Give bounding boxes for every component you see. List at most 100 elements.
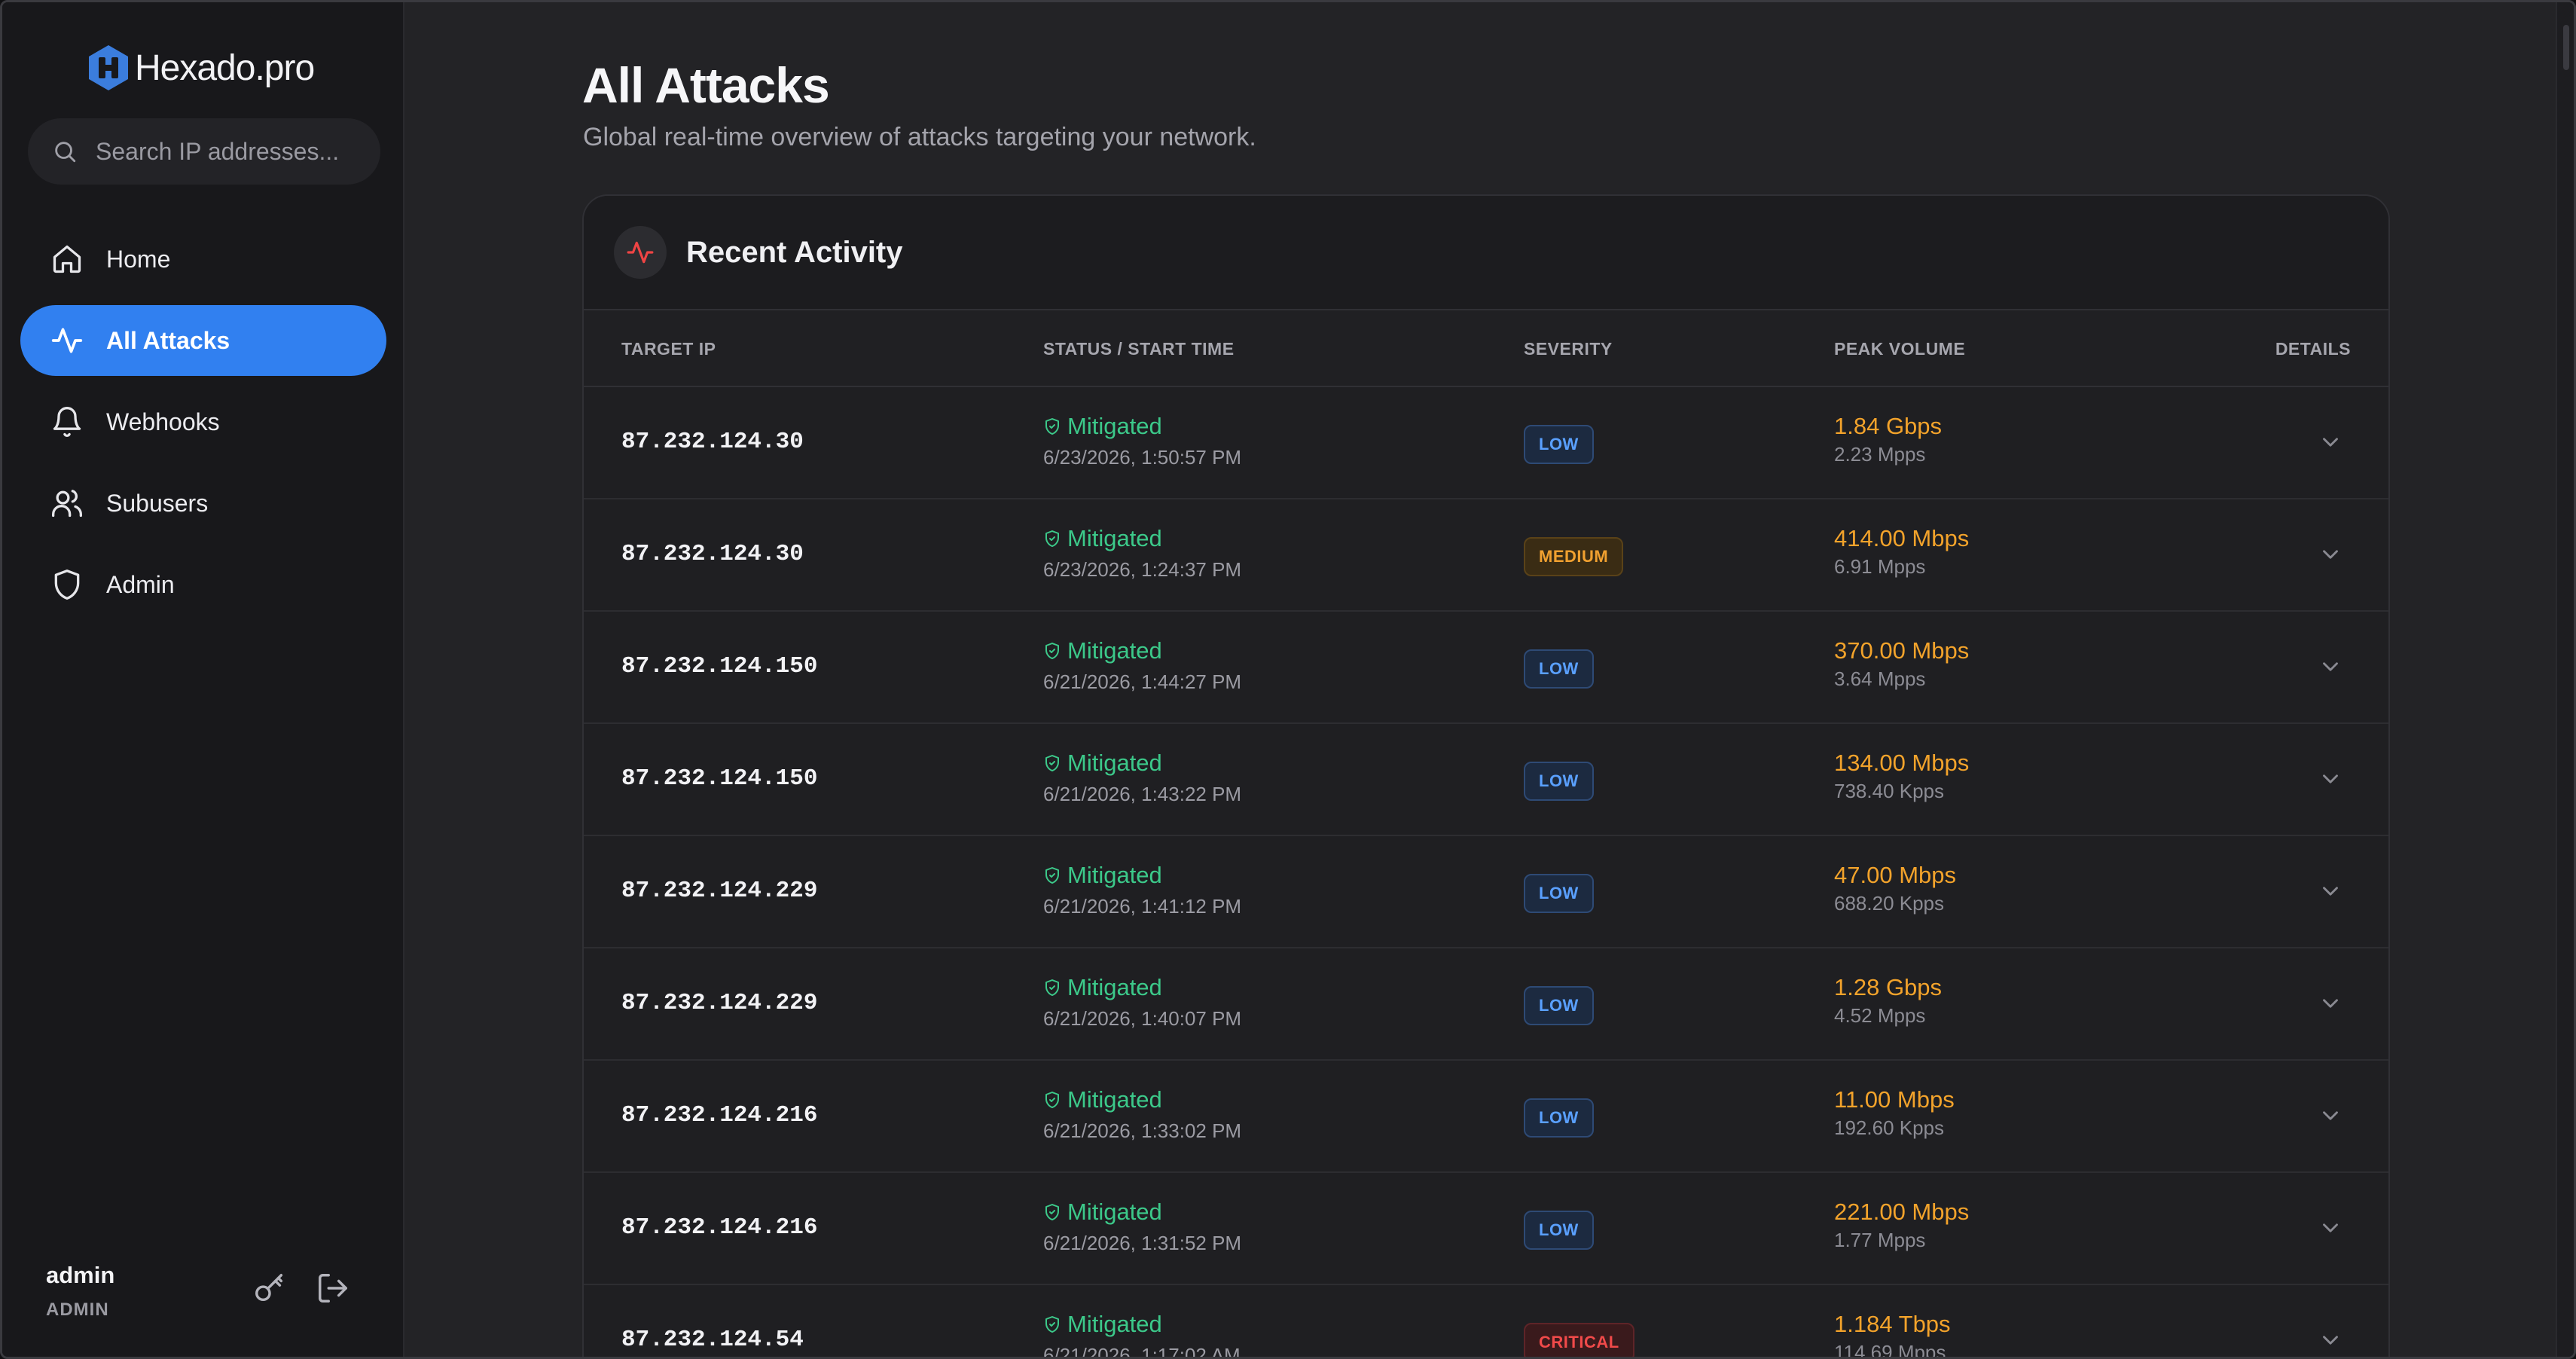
sidebar-item-label: All Attacks	[106, 326, 230, 354]
table-row[interactable]: 87.232.124.30 Mitigated 6/23/2026, 1:50:…	[584, 387, 2388, 499]
peak-packet-rate: 114.69 Mpps	[1834, 1341, 1946, 1359]
status-label: Mitigated	[1043, 750, 1241, 777]
sidebar-item-label: Home	[106, 245, 171, 273]
sidebar-item-webhooks[interactable]: Webhooks	[20, 386, 386, 457]
target-ip: 87.232.124.216	[621, 1214, 818, 1241]
search-box[interactable]	[28, 118, 380, 185]
status-label: Mitigated	[1043, 1199, 1241, 1226]
table-body: 87.232.124.30 Mitigated 6/23/2026, 1:50:…	[584, 387, 2388, 1359]
status-label: Mitigated	[1043, 1086, 1241, 1113]
status-label: Mitigated	[1043, 525, 1241, 552]
peak-volume-cell: 1.28 Gbps 4.52 Mpps	[1834, 974, 1942, 1028]
peak-bandwidth: 221.00 Mbps	[1834, 1199, 1970, 1225]
details-toggle[interactable]	[2318, 766, 2343, 796]
status-label: Mitigated	[1043, 862, 1241, 889]
start-time: 6/21/2026, 1:41:12 PM	[1043, 895, 1242, 918]
table-row[interactable]: 87.232.124.54 Mitigated 6/21/2026, 1:17:…	[584, 1285, 2388, 1359]
logout-icon[interactable]	[316, 1271, 350, 1306]
target-ip: 87.232.124.150	[621, 765, 818, 792]
severity-badge: LOW	[1524, 1098, 1594, 1138]
peak-volume-cell: 47.00 Mbps 688.20 Kpps	[1834, 862, 1956, 915]
status-text: Mitigated	[1067, 1086, 1162, 1113]
details-toggle[interactable]	[2318, 1215, 2343, 1244]
user-name: admin	[46, 1262, 115, 1288]
shield-check-icon	[1045, 1316, 1059, 1333]
table-row[interactable]: 87.232.124.150 Mitigated 6/21/2026, 1:43…	[584, 724, 2388, 836]
peak-bandwidth: 1.184 Tbps	[1834, 1311, 1951, 1337]
table-row[interactable]: 87.232.124.229 Mitigated 6/21/2026, 1:40…	[584, 948, 2388, 1061]
start-time: 6/21/2026, 1:40:07 PM	[1043, 1007, 1242, 1030]
brand-logo[interactable]: Hexado.pro	[87, 43, 315, 93]
details-toggle[interactable]	[2318, 1103, 2343, 1132]
sidebar-item-subusers[interactable]: Subusers	[20, 468, 386, 539]
details-toggle[interactable]	[2318, 991, 2343, 1020]
start-time: 6/21/2026, 1:31:52 PM	[1043, 1232, 1242, 1254]
status-cell: Mitigated 6/21/2026, 1:31:52 PM	[1043, 1199, 1241, 1255]
sidebar-item-label: Admin	[106, 570, 175, 598]
peak-packet-rate: 6.91 Mpps	[1834, 555, 1926, 578]
peak-volume-cell: 11.00 Mbps 192.60 Kpps	[1834, 1086, 1955, 1140]
details-toggle[interactable]	[2318, 1327, 2343, 1357]
details-toggle[interactable]	[2318, 542, 2343, 571]
column-header-status[interactable]: STATUS / START TIME	[1043, 339, 1235, 359]
pulse-badge	[614, 226, 667, 279]
table-row[interactable]: 87.232.124.216 Mitigated 6/21/2026, 1:33…	[584, 1061, 2388, 1173]
details-toggle[interactable]	[2318, 654, 2343, 683]
card-header: Recent Activity	[584, 196, 2388, 310]
target-ip: 87.232.124.30	[621, 541, 804, 567]
key-icon[interactable]	[252, 1271, 287, 1306]
column-header-target-ip[interactable]: TARGET IP	[621, 339, 716, 359]
status-text: Mitigated	[1067, 750, 1162, 776]
status-label: Mitigated	[1043, 413, 1241, 440]
target-ip: 87.232.124.150	[621, 653, 818, 680]
page-subtitle: Global real-time overview of attacks tar…	[583, 123, 1256, 151]
severity-cell: CRITICAL	[1524, 1323, 1634, 1357]
table-row[interactable]: 87.232.124.216 Mitigated 6/21/2026, 1:31…	[584, 1173, 2388, 1285]
status-text: Mitigated	[1067, 525, 1162, 551]
table-row[interactable]: 87.232.124.30 Mitigated 6/23/2026, 1:24:…	[584, 499, 2388, 612]
sidebar: Hexado.pro Home All Attacks	[2, 2, 404, 1357]
severity-cell: LOW	[1524, 649, 1594, 689]
peak-packet-rate: 2.23 Mpps	[1834, 443, 1926, 466]
target-ip: 87.232.124.229	[621, 878, 818, 904]
bell-icon	[53, 407, 81, 437]
sidebar-item-admin[interactable]: Admin	[20, 549, 386, 620]
main-content: All Attacks Global real-time overview of…	[404, 2, 2574, 1357]
status-cell: Mitigated 6/21/2026, 1:17:02 AM	[1043, 1311, 1241, 1357]
column-header-severity[interactable]: SEVERITY	[1524, 339, 1613, 359]
status-text: Mitigated	[1067, 637, 1162, 664]
peak-packet-rate: 1.77 Mpps	[1834, 1229, 1926, 1251]
card-title: Recent Activity	[686, 235, 903, 269]
table-row[interactable]: 87.232.124.229 Mitigated 6/21/2026, 1:41…	[584, 836, 2388, 948]
details-toggle[interactable]	[2318, 429, 2343, 459]
sidebar-nav: Home All Attacks Webhooks Subusers Admin	[20, 224, 386, 631]
peak-volume-cell: 1.184 Tbps 114.69 Mpps	[1834, 1311, 1951, 1359]
peak-packet-rate: 738.40 Kpps	[1834, 780, 1945, 802]
sidebar-item-label: Subusers	[106, 489, 209, 517]
shield-check-icon	[1045, 979, 1059, 996]
status-text: Mitigated	[1067, 413, 1162, 439]
status-label: Mitigated	[1043, 974, 1241, 1001]
peak-volume-cell: 221.00 Mbps 1.77 Mpps	[1834, 1199, 1969, 1252]
peak-volume-cell: 414.00 Mbps 6.91 Mpps	[1834, 525, 1969, 579]
chevron-down-icon	[2323, 1223, 2338, 1232]
column-header-peak-volume[interactable]: PEAK VOLUME	[1834, 339, 1965, 359]
severity-badge: LOW	[1524, 649, 1594, 689]
status-text: Mitigated	[1067, 974, 1162, 1000]
user-actions	[252, 1271, 350, 1306]
severity-badge: LOW	[1524, 874, 1594, 913]
sidebar-item-home[interactable]: Home	[20, 224, 386, 295]
chevron-down-icon	[2323, 887, 2338, 896]
status-label: Mitigated	[1043, 1311, 1241, 1338]
brand-name: Hexado.pro	[135, 47, 315, 88]
sidebar-item-all-attacks[interactable]: All Attacks	[20, 305, 386, 376]
search-input[interactable]	[96, 137, 367, 166]
peak-packet-rate: 3.64 Mpps	[1834, 667, 1926, 690]
status-cell: Mitigated 6/23/2026, 1:50:57 PM	[1043, 413, 1241, 469]
scrollbar-thumb[interactable]	[2563, 25, 2569, 70]
status-cell: Mitigated 6/21/2026, 1:44:27 PM	[1043, 637, 1241, 694]
table-row[interactable]: 87.232.124.150 Mitigated 6/21/2026, 1:44…	[584, 612, 2388, 724]
details-toggle[interactable]	[2318, 878, 2343, 908]
shield-check-icon	[1045, 867, 1059, 884]
table-header: TARGET IP STATUS / START TIME SEVERITY P…	[584, 310, 2388, 387]
